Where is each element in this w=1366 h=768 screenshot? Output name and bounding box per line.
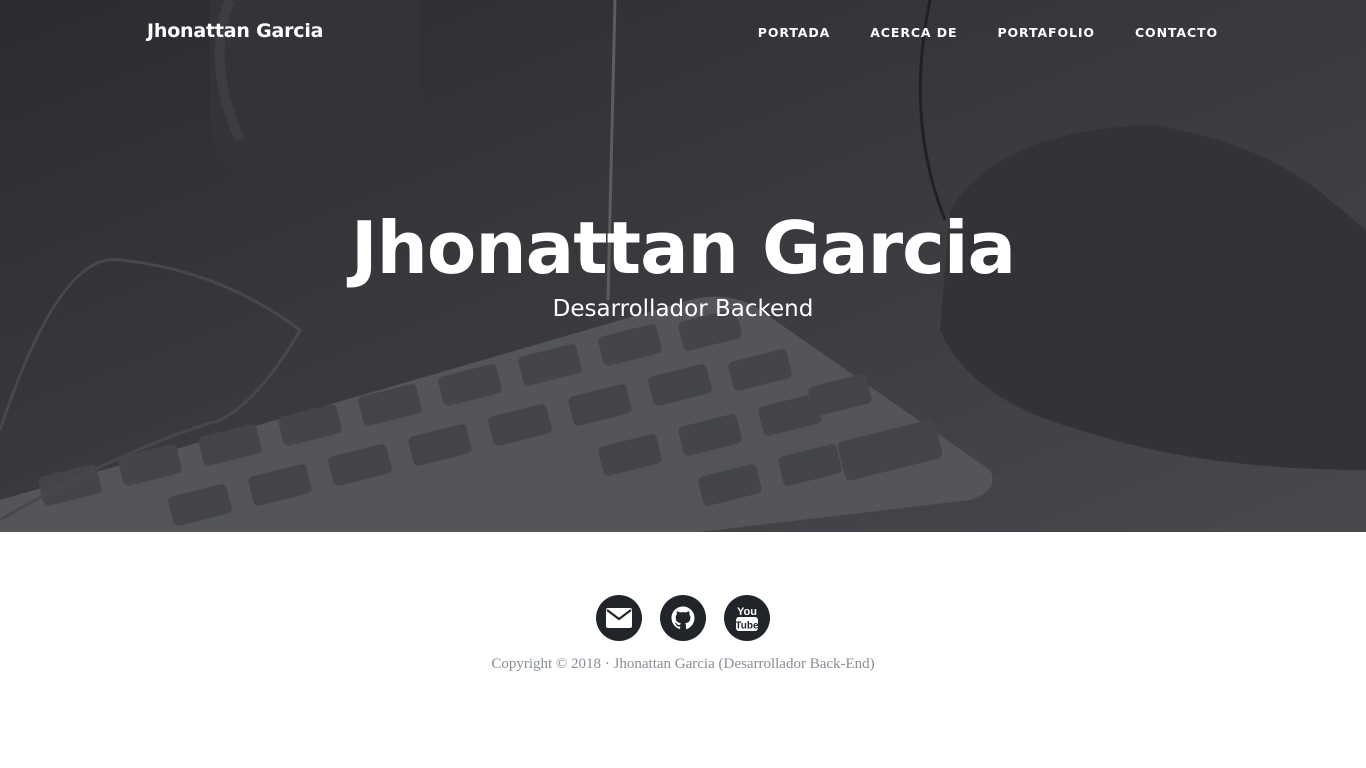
nav-link-portada[interactable]: PORTADA — [758, 25, 830, 40]
social-links: You Tube — [0, 595, 1366, 641]
youtube-icon: You Tube — [735, 606, 759, 632]
envelope-icon — [606, 608, 632, 628]
hero-content: Jhonattan Garcia Desarrollador Backend — [0, 200, 1366, 324]
nav-links: PORTADA ACERCA DE PORTAFOLIO CONTACTO — [758, 25, 1218, 40]
github-icon — [671, 606, 695, 630]
navbar-brand[interactable]: Jhonattan Garcia — [147, 20, 324, 42]
github-button[interactable] — [660, 595, 706, 641]
hero-subtitle: Desarrollador Backend — [552, 296, 814, 322]
copyright-text: Copyright © 2018 · Jhonattan Garcia (Des… — [491, 656, 875, 672]
email-button[interactable] — [596, 595, 642, 641]
navbar: Jhonattan Garcia PORTADA ACERCA DE PORTA… — [0, 0, 1366, 66]
nav-link-acerca-de[interactable]: ACERCA DE — [870, 25, 957, 40]
footer: You Tube Copyright © 2018 · Jhonattan Ga… — [0, 532, 1366, 768]
nav-link-contacto[interactable]: CONTACTO — [1135, 25, 1218, 40]
nav-link-portafolio[interactable]: PORTAFOLIO — [997, 25, 1095, 40]
svg-text:You: You — [737, 606, 757, 618]
svg-text:Tube: Tube — [735, 621, 759, 632]
hero-title: Jhonattan Garcia — [350, 206, 1016, 290]
youtube-button[interactable]: You Tube — [724, 595, 770, 641]
hero-header: Jhonattan Garcia PORTADA ACERCA DE PORTA… — [0, 0, 1366, 532]
